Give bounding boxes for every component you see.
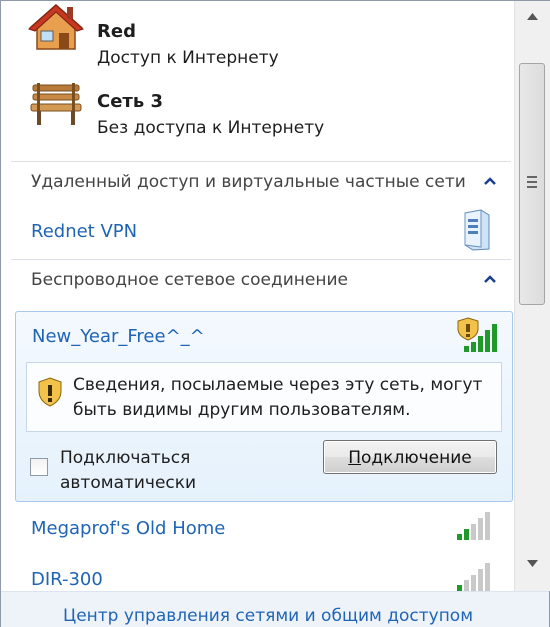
flyout-footer: Центр управления сетями и общим доступом (1, 591, 549, 627)
section-label: Беспроводное сетевое соединение (31, 270, 348, 290)
wifi-name: New_Year_Free^_^ (32, 326, 205, 347)
auto-connect-label[interactable]: Подключаться автоматически (60, 446, 270, 496)
wifi-signal-icon (457, 563, 490, 591)
auto-connect-checkbox[interactable] (30, 458, 48, 476)
scroll-up-arrow-icon[interactable] (515, 5, 550, 27)
network-flyout: Red Доступ к Интернету Сеть 3 Без доступ… (0, 0, 550, 627)
warning-shield-icon (38, 377, 62, 407)
section-header-wireless[interactable]: Беспроводное сетевое соединение (11, 259, 511, 298)
wifi-item-selected[interactable]: New_Year_Free^_^ Сведения, посылаемые че… (15, 311, 513, 502)
security-warning: Сведения, посылаемые через эту сеть, мог… (26, 362, 502, 432)
vpn-server-icon (464, 209, 490, 251)
scroll-down-arrow-icon[interactable] (515, 553, 550, 575)
connect-button-accel: П (348, 448, 362, 468)
connect-button[interactable]: Подключение (323, 440, 497, 474)
chevron-up-icon[interactable] (483, 176, 497, 186)
wifi-signal-unsecured-icon (457, 317, 497, 352)
scrollbar-thumb[interactable] (519, 63, 545, 305)
wifi-name: Megaprof's Old Home (31, 518, 226, 539)
connected-network-red[interactable]: Red Доступ к Интернету (11, 1, 511, 68)
chevron-up-icon[interactable] (483, 274, 497, 284)
network-status: Без доступа к Интернету (97, 118, 325, 138)
network-name: Сеть 3 (97, 91, 164, 112)
connect-button-label: одключение (361, 448, 472, 468)
vertical-scrollbar[interactable] (514, 1, 550, 591)
vpn-name: Rednet VPN (31, 221, 138, 242)
network-status: Доступ к Интернету (97, 48, 279, 68)
scrollbar-grip-icon (527, 176, 537, 188)
warning-text: Сведения, посылаемые через эту сеть, мог… (73, 375, 483, 420)
connected-network-set3[interactable]: Сеть 3 Без доступа к Интернету (11, 71, 511, 138)
wifi-signal-icon (457, 512, 490, 540)
vpn-item-rednet[interactable]: Rednet VPN (11, 207, 511, 257)
network-center-link[interactable]: Центр управления сетями и общим доступом (63, 606, 473, 626)
network-name: Red (97, 21, 136, 42)
park-bench-network-icon (30, 83, 82, 125)
wifi-item-dir300[interactable]: DIR-300 (11, 557, 511, 591)
wifi-name: DIR-300 (31, 569, 103, 590)
section-header-vpn[interactable]: Удаленный доступ и виртуальные частные с… (11, 161, 511, 200)
section-label: Удаленный доступ и виртуальные частные с… (31, 172, 466, 192)
wifi-item-megaprof[interactable]: Megaprof's Old Home (11, 506, 511, 552)
network-list: Red Доступ к Интернету Сеть 3 Без доступ… (11, 1, 513, 591)
home-network-icon (28, 4, 84, 50)
